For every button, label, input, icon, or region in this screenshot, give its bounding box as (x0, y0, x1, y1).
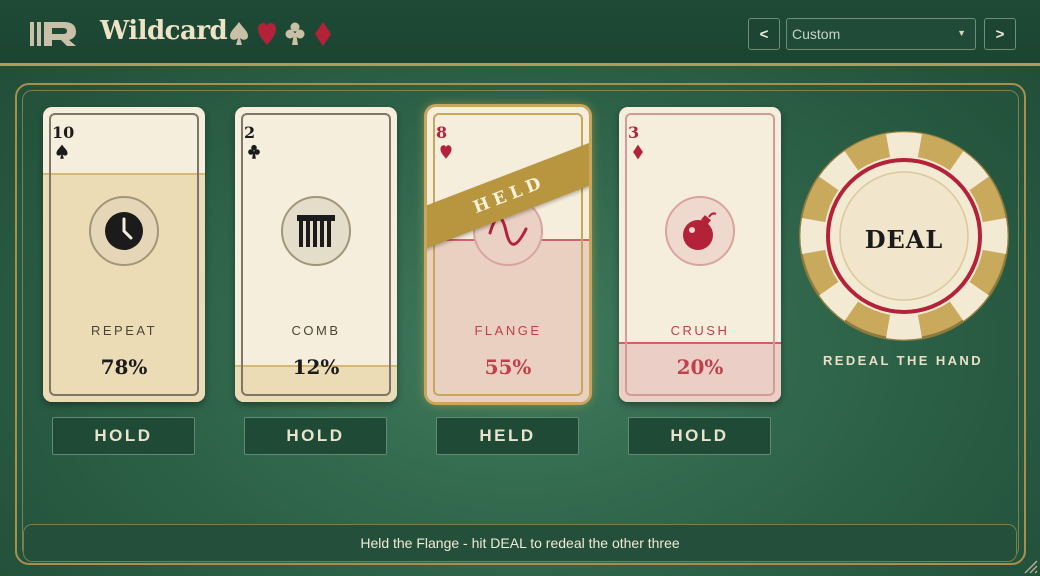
card-rank: 10 (52, 123, 75, 142)
preset-value: Custom (792, 26, 841, 42)
card-effect-name: REPEAT (90, 323, 158, 338)
app-title: Wildcard (100, 16, 228, 46)
deal-label: DEAL (864, 225, 944, 254)
header-bar: Wildcard < Custom ▼ > (0, 0, 1040, 66)
card-repeat[interactable]: 10 REPEAT 78% (43, 107, 205, 402)
card-flange[interactable]: 8 HELD FLANGE 55% (427, 107, 589, 402)
diamond-icon (315, 22, 331, 46)
card-rank: 3 (628, 123, 640, 142)
heart-icon (440, 145, 452, 159)
next-preset-button[interactable]: > (984, 18, 1016, 50)
suit-row (229, 20, 333, 48)
resize-grip-icon[interactable] (1020, 556, 1038, 574)
heart-icon (258, 23, 276, 45)
card-effect-name: CRUSH (670, 323, 730, 338)
spade-icon (56, 144, 68, 159)
card-effect-name: COMB (291, 323, 341, 338)
hold-button-repeat[interactable]: HOLD (52, 417, 195, 455)
prev-preset-button[interactable]: < (748, 18, 780, 50)
card-effect-percent: 20% (676, 355, 724, 379)
hold-button-crush[interactable]: HOLD (628, 417, 771, 455)
status-bar: Held the Flange - hit DEAL to redeal the… (23, 524, 1017, 562)
status-message: Held the Flange - hit DEAL to redeal the… (360, 535, 680, 551)
diamond-icon (633, 144, 643, 160)
chevron-down-icon: ▼ (957, 28, 966, 38)
r-logo-icon (30, 22, 76, 46)
spade-icon (230, 22, 248, 45)
held-button-flange[interactable]: HELD (436, 417, 579, 455)
card-effect-name: FLANGE (474, 323, 542, 338)
card-effect-percent: 78% (100, 355, 148, 379)
card-rank: 2 (244, 123, 256, 142)
card-rank: 8 (436, 123, 448, 142)
hold-button-comb[interactable]: HOLD (244, 417, 387, 455)
comb-icon (281, 196, 351, 266)
card-comb[interactable]: 2 COMB 12% (235, 107, 397, 402)
card-effect-percent: 55% (484, 355, 532, 379)
card-effect-percent: 12% (292, 355, 340, 379)
card-crush[interactable]: 3 CRUSH 20% (619, 107, 781, 402)
bomb-icon (665, 196, 735, 266)
club-icon (248, 144, 260, 159)
deal-button[interactable]: DEAL (798, 130, 1010, 342)
deal-caption: REDEAL THE HAND (823, 353, 983, 368)
clock-icon (89, 196, 159, 266)
preset-select[interactable]: Custom ▼ (786, 18, 976, 50)
club-icon (285, 22, 305, 45)
